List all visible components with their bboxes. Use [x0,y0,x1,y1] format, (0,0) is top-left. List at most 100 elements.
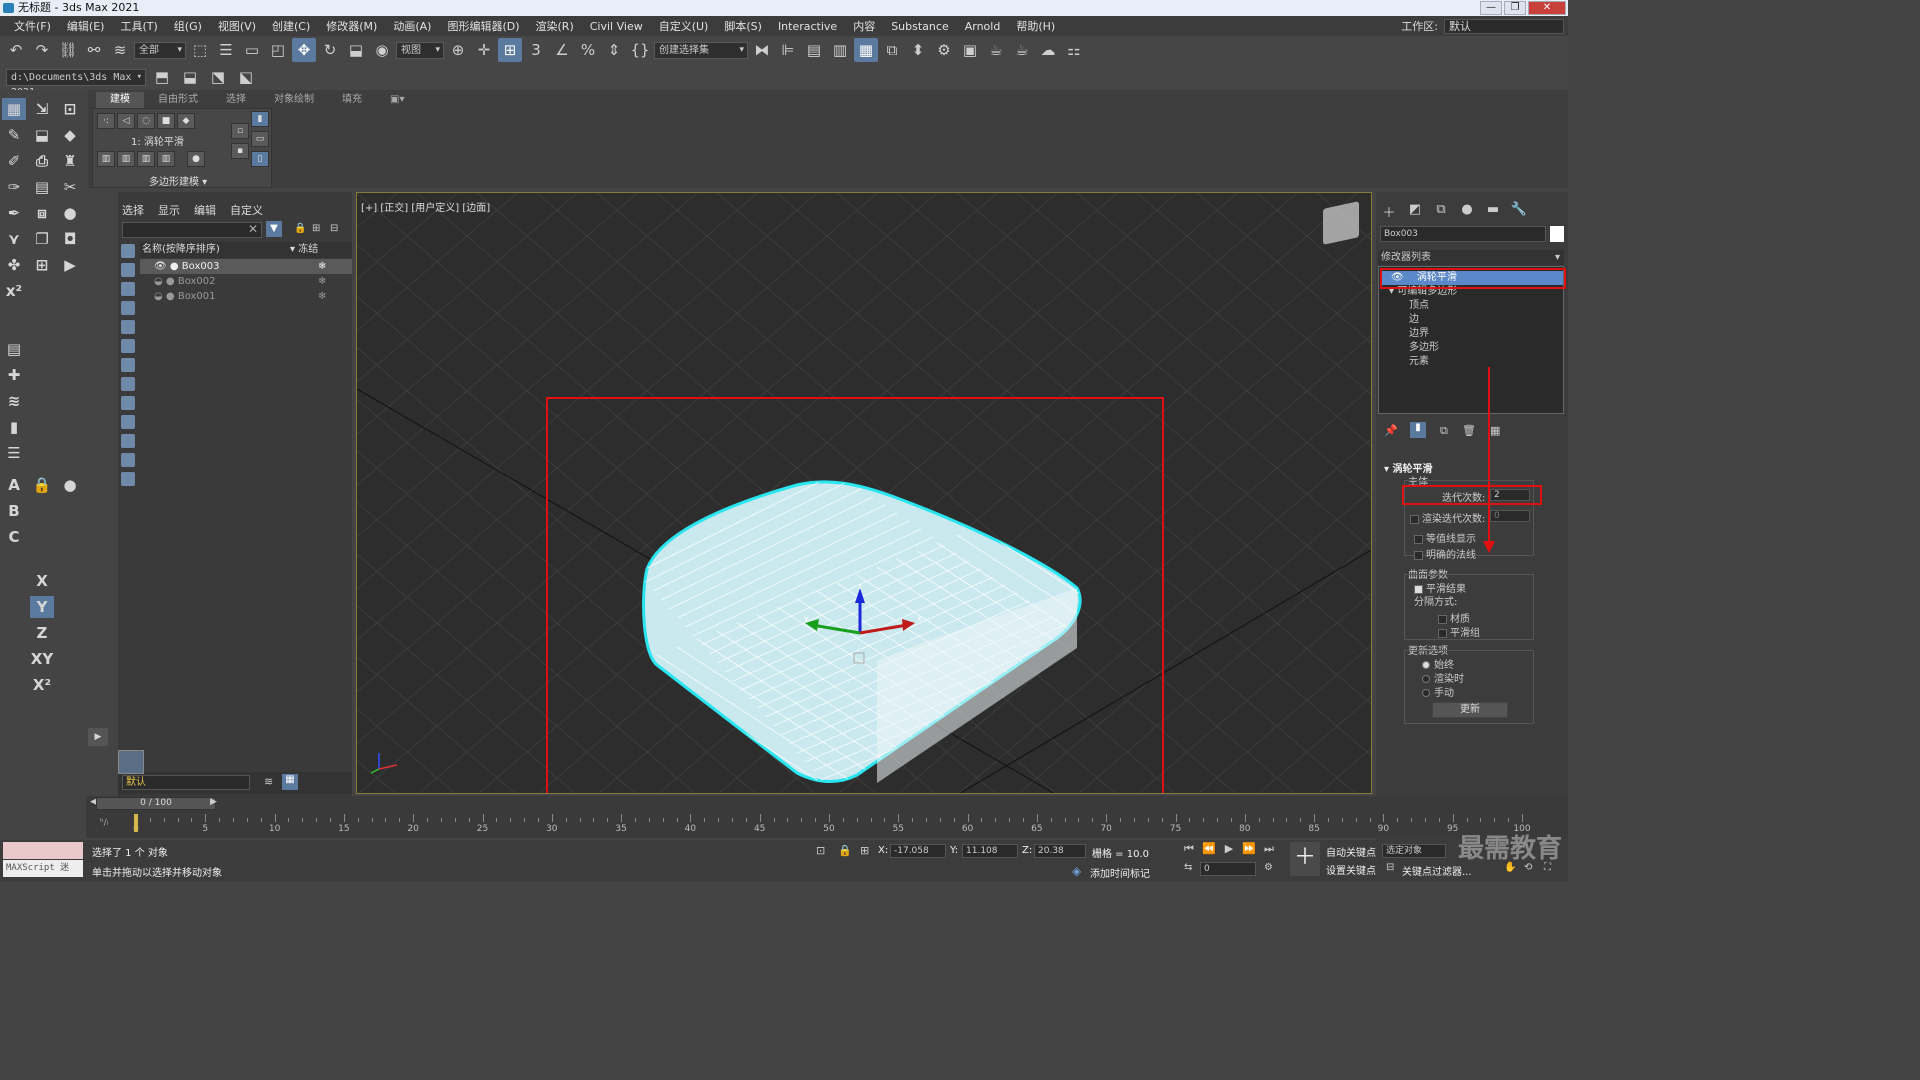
render-shortcuts-icon[interactable]: ⚏ [1062,38,1086,62]
render-iterative-icon[interactable]: ☕ [1010,38,1034,62]
ribbon-tool-4-icon[interactable]: ▥ [157,151,175,167]
rect-selection-icon[interactable]: ▭ [240,38,264,62]
goto-end-icon[interactable]: ⏭ [1262,842,1276,856]
text-a-icon[interactable]: A [2,474,26,496]
menu-create[interactable]: 创建(C) [264,18,318,34]
filter-shapes-icon[interactable] [121,263,135,277]
brush-icon[interactable]: ✐ [2,150,26,172]
stack-layers-icon[interactable]: ≋ [2,390,26,412]
add-layer-icon[interactable]: ✚ [2,364,26,386]
layer-tool-icon[interactable]: ▤ [2,338,26,360]
render-cloud-icon[interactable]: ☁ [1036,38,1060,62]
ribbon-tab-freeform[interactable]: 自由形式 [144,92,212,108]
ribbon-tab-selection[interactable]: 选择 [212,92,260,108]
minimize-button[interactable]: — [1480,1,1502,15]
collapse-icon[interactable]: ▶ [88,728,108,746]
filter-frozen-icon[interactable] [121,434,135,448]
pivot-center-icon[interactable]: ⊕ [446,38,470,62]
knife-icon[interactable]: ✂ [58,176,82,198]
viewport-label[interactable]: [+] [正交] [用户定义] [边面] [361,199,490,214]
workspace-dropdown[interactable]: 默认 [1444,18,1564,34]
materials-checkbox[interactable]: 材质 [1438,610,1470,625]
filter-icon[interactable]: ▼ [266,221,282,237]
filter-all-icon[interactable] [121,472,135,486]
col-name-header[interactable]: 名称(按降序排序) [140,244,220,255]
polygon-mode-icon[interactable]: ■ [157,113,175,129]
grid-tool-icon[interactable]: ⊞ [30,254,54,276]
filter-containers-icon[interactable] [121,415,135,429]
menu-group[interactable]: 组(G) [166,18,210,34]
filter-helpers-icon[interactable] [121,320,135,334]
project-path-dropdown[interactable]: d:\Documents\3ds Max 2021 [6,68,146,98]
named-selection-dropdown[interactable]: 创建选择集 [654,41,748,59]
sphere-tool-icon[interactable]: ● [58,202,82,224]
select-tool-icon[interactable]: ▦ [2,98,26,120]
explicit-normals-checkbox[interactable]: 明确的法线 [1414,546,1476,561]
hierarchy-icon[interactable]: ⊞ [312,223,320,234]
update-always-radio[interactable]: 始终 [1422,656,1454,671]
lock-icon[interactable]: 🔒 [294,223,306,234]
filter-xrefs-icon[interactable] [121,377,135,391]
project-open-icon[interactable]: ⬔ [206,65,230,89]
stack-sub-polygon[interactable]: 多边形 [1381,341,1563,355]
bind-space-warp-icon[interactable]: ≋ [108,38,132,62]
maxscript-listener[interactable] [3,842,83,859]
make-unique-icon[interactable]: ⧉ [1440,424,1448,438]
render-iterations-spinner[interactable]: 0 [1490,510,1530,522]
render-setup-icon[interactable]: ⚙ [932,38,956,62]
axis-y-icon[interactable]: Y [30,596,54,618]
configure-sets-icon[interactable]: ▦ [1490,424,1500,437]
clear-search-icon[interactable]: ✕ [248,222,258,236]
x-coordinate-field[interactable]: -17.058 [890,844,946,858]
mirror-icon[interactable]: ⧓ [750,38,774,62]
place-icon[interactable]: ◉ [370,38,394,62]
stack-sub-edge[interactable]: 边 [1381,313,1563,327]
ribbon-side-4-icon[interactable]: ▪ [231,143,249,159]
stack-tool-icon[interactable]: ▤ [30,176,54,198]
menu-animation[interactable]: 动画(A) [385,18,439,34]
select-object-icon[interactable]: ⬚ [188,38,212,62]
filter-geometry-icon[interactable] [121,244,135,258]
create-tab-icon[interactable]: ＋ [1380,202,1398,221]
circle-tool-icon[interactable]: ● [58,474,82,496]
axis-x-icon[interactable]: X [30,570,54,592]
axis-z-icon[interactable]: Z [30,622,54,644]
selection-lock-icon[interactable]: 🔒 [838,844,852,857]
absolute-mode-icon[interactable]: ⊞ [860,844,869,857]
z-coordinate-field[interactable]: 20.38 [1034,844,1086,858]
scene-search-input[interactable] [122,222,262,238]
scene-row[interactable]: ◒ ● Box001 ❄ [140,289,352,304]
percent-snap-icon[interactable]: % [576,38,600,62]
menu-file[interactable]: 文件(F) [6,18,59,34]
key-filter-icon[interactable]: ⊟ [1386,862,1394,873]
scene-tab-select[interactable]: 选择 [122,202,144,218]
border-mode-icon[interactable]: ◌ [137,113,155,129]
layers-icon[interactable]: ☰ [2,442,26,464]
menu-customize[interactable]: 自定义(U) [651,18,717,34]
render-production-icon[interactable]: ☕ [984,38,1008,62]
ribbon-side-2-icon[interactable]: ▮ [251,111,269,127]
play-icon[interactable]: ▶ [1222,842,1236,856]
group-tool-icon[interactable]: ⧈ [30,202,54,224]
align-icon[interactable]: ⊫ [776,38,800,62]
camera-tool-icon[interactable]: ◘ [58,228,82,250]
selected-object-dropdown[interactable]: 选定对象 [1382,844,1446,858]
menu-rendering[interactable]: 渲染(R) [528,18,582,34]
snaps-toggle-icon[interactable]: 3 [524,38,548,62]
keyboard-shortcut-icon[interactable]: ⊞ [498,38,522,62]
ribbon-tab-populate[interactable]: 填充 [328,92,376,108]
layer-dropdown[interactable]: 默认 [122,775,250,790]
ribbon-toggle-icon[interactable]: ▥ [828,38,852,62]
update-button[interactable]: 更新 [1432,702,1508,718]
smoothing-groups-checkbox[interactable]: 平滑组 [1438,624,1480,639]
copy-tool-icon[interactable]: ❐ [30,228,54,250]
vertex-mode-icon[interactable]: ·: [97,113,115,129]
project-save-icon[interactable]: ⬕ [234,65,258,89]
redo-icon[interactable]: ↷ [30,38,54,62]
menu-view[interactable]: 视图(V) [210,18,264,34]
menu-scripting[interactable]: 脚本(S) [716,18,770,34]
key-filters-button[interactable]: 关键点过滤器... [1402,863,1472,878]
menu-help[interactable]: 帮助(H) [1008,18,1063,34]
scene-row[interactable]: 👁 ● Box003 ❄ [140,259,352,274]
timeline-track[interactable]: ʰ/ₗ 051015202530354045505560657075808590… [86,812,1568,838]
